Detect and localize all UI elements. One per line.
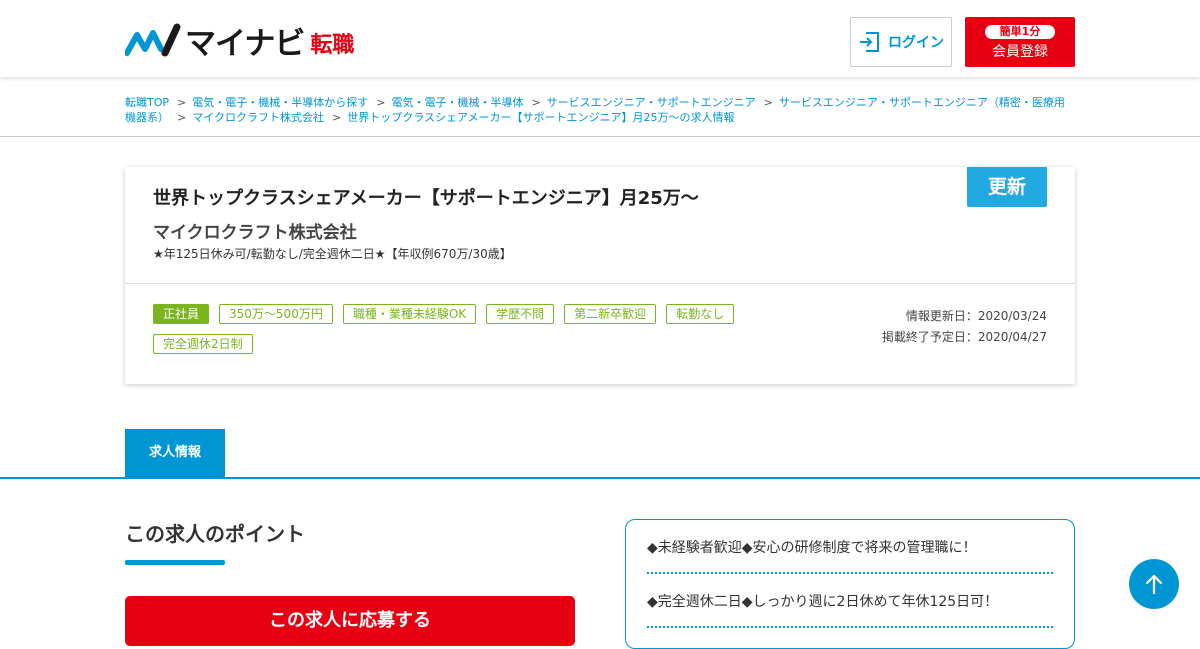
tag-education: 学歴不問 [486,304,555,324]
apply-button[interactable]: この求人に応募する [125,596,575,646]
breadcrumb-separator: > [177,96,187,109]
point-item: ◆完全週休二日◆しっかり週に2日休めて年休125日可！ [647,574,1053,628]
breadcrumb-divider [0,136,1200,137]
breadcrumb-separator: > [531,96,541,109]
points-heading-underline [125,560,225,565]
register-badge: 簡単1分 [984,25,1056,39]
mynavi-logo[interactable]: マイナビ 転職 [125,22,355,62]
end-date: 掲載終了予定日：2020/04/27 [881,330,1047,344]
job-title: 世界トップクラスシェアメーカー【サポートエンジニア】月25万～ [153,188,699,209]
tag-inexperienced-ok: 職種・業種未経験OK [342,304,477,324]
register-button[interactable]: 簡単1分 会員登録 [965,17,1075,67]
updated-date: 情報更新日：2020/03/24 [905,309,1047,323]
tab-job-info[interactable]: 求人情報 [125,429,225,478]
site-header: マイナビ 転職 ログイン 簡単1分 会員登録 [0,0,1200,77]
breadcrumb-top[interactable]: 転職TOP [125,96,169,109]
breadcrumb-job[interactable]: 世界トップクラスシェアメーカー【サポートエンジニア】月25万～の求人情報 [347,111,734,124]
logo-mark-icon [125,23,181,57]
scroll-to-top-button[interactable] [1129,559,1179,609]
breadcrumb-separator: > [332,111,342,124]
login-icon [860,32,879,52]
breadcrumb-search-category[interactable]: 電気・電子・機械・半導体から探す [192,96,368,109]
register-label: 会員登録 [992,44,1048,60]
breadcrumb-industry[interactable]: 電気・電子・機械・半導体 [391,96,523,109]
tab-underline [0,477,1200,479]
company-name: マイクロクラフト株式会社 [153,223,357,243]
points-heading: この求人のポイント [125,522,305,546]
update-badge: 更新 [967,167,1047,207]
tag-two-days-off: 完全週休2日制 [153,334,253,354]
breadcrumb-occupation[interactable]: サービスエンジニア・サポートエンジニア [547,96,756,109]
tag-second-graduate: 第二新卒歓迎 [564,304,657,324]
job-card-header: 世界トップクラスシェアメーカー【サポートエンジニア】月25万～ マイクロクラフト… [125,167,1075,284]
tag-no-transfer: 転勤なし [666,304,735,324]
tag-salary: 350万～500万円 [219,304,333,324]
breadcrumb-separator: > [763,96,773,109]
arrow-up-icon [1145,574,1163,595]
breadcrumb-separator: > [177,111,187,124]
logo-sub: 転職 [310,33,355,58]
breadcrumb-separator: > [376,96,386,109]
job-summary-card: 世界トップクラスシェアメーカー【サポートエンジニア】月25万～ マイクロクラフト… [125,167,1075,384]
point-item: ◆未経験者歓迎◆安心の研修制度で将来の管理職に！ [647,520,1053,574]
login-button[interactable]: ログイン [850,17,952,67]
breadcrumb-company[interactable]: マイクロクラフト株式会社 [192,111,324,124]
job-catchphrase: ★年125日休み可/転勤なし/完全週休二日★【年収例670万/30歳】 [153,247,512,261]
login-label: ログイン [888,35,944,51]
breadcrumb: 転職TOP > 電気・電子・機械・半導体から探す > 電気・電子・機械・半導体 > サービス… [125,95,1075,125]
tag-employment-type: 正社員 [153,304,210,324]
job-tags: 正社員 350万～500万円 職種・業種未経験OK 学歴不問 第二新卒歓迎 転勤… [153,304,753,354]
logo-text: マイナビ [185,25,305,62]
job-dates: 情報更新日：2020/03/24 掲載終了予定日：2020/04/27 [882,306,1047,348]
